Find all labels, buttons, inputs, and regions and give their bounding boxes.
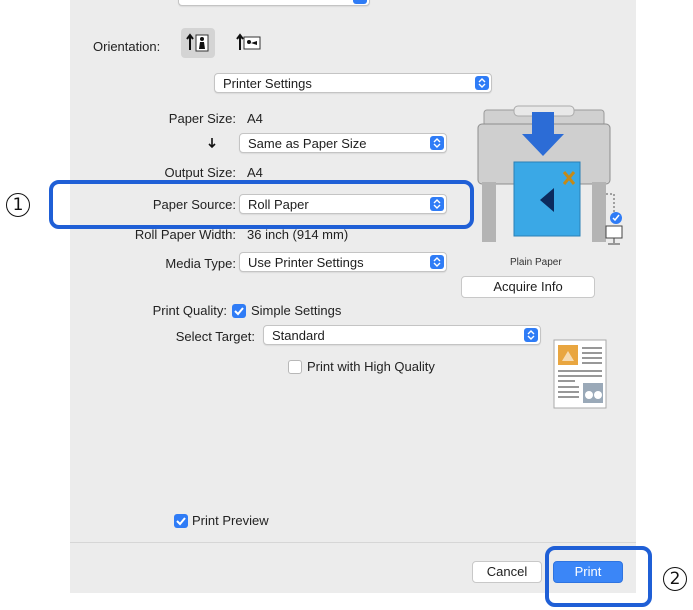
high-quality-label: Print with High Quality <box>307 359 435 374</box>
print-preview-checkbox[interactable] <box>174 514 188 528</box>
print-button-highlight <box>545 546 652 607</box>
select-target-popup[interactable]: Standard <box>263 325 541 345</box>
print-quality-label: Print Quality: <box>152 303 227 318</box>
scale-select-value: Same as Paper Size <box>248 136 367 151</box>
simple-settings-checkbox[interactable] <box>232 304 246 318</box>
select-target-value: Standard <box>272 328 325 343</box>
printer-illustration <box>474 104 626 254</box>
paper-size-label: Paper Size: <box>168 111 236 126</box>
simple-settings-label: Simple Settings <box>251 303 342 318</box>
acquire-info-button[interactable]: Acquire Info <box>461 276 595 298</box>
callout-1: 1 <box>6 193 30 217</box>
landscape-orientation-button[interactable] <box>231 28 265 58</box>
orientation-label: Orientation: <box>93 39 161 54</box>
popup-stepper-icon <box>353 0 367 4</box>
scale-select-popup[interactable]: Same as Paper Size <box>239 133 447 153</box>
portrait-orientation-icon <box>186 33 209 52</box>
high-quality-checkbox[interactable] <box>288 360 302 374</box>
callout-2: 2 <box>663 567 687 591</box>
portrait-orientation-button[interactable] <box>181 28 215 58</box>
print-dialog: Orientation: Printer Settings Paper Size… <box>70 0 636 593</box>
paper-size-value: A4 <box>247 111 263 126</box>
cancel-button[interactable]: Cancel <box>472 561 542 583</box>
document-preview-icon <box>553 339 607 409</box>
media-type-popup[interactable]: Use Printer Settings <box>239 252 447 272</box>
updown-chevron-icon <box>524 328 538 342</box>
output-size-value: A4 <box>247 165 263 180</box>
media-type-value: Use Printer Settings <box>248 255 364 270</box>
print-preview-label: Print Preview <box>192 513 269 528</box>
roll-width-value: 36 inch (914 mm) <box>247 227 349 242</box>
updown-chevron-icon <box>430 136 444 150</box>
printer-preview-caption: Plain Paper <box>510 257 562 268</box>
footer-divider <box>70 542 636 543</box>
panel-select-popup[interactable]: Printer Settings <box>214 73 492 93</box>
updown-chevron-icon <box>475 76 489 90</box>
paper-source-highlight <box>49 180 474 229</box>
output-size-label: Output Size: <box>164 165 236 180</box>
roll-width-label: Roll Paper Width: <box>134 227 236 242</box>
panel-select-value: Printer Settings <box>223 76 312 91</box>
top-popup-partial[interactable] <box>178 0 370 6</box>
landscape-orientation-icon <box>236 33 261 50</box>
down-arrow-icon <box>206 136 218 153</box>
media-type-label: Media Type: <box>165 256 236 271</box>
select-target-label: Select Target: <box>175 329 255 344</box>
updown-chevron-icon <box>430 255 444 269</box>
